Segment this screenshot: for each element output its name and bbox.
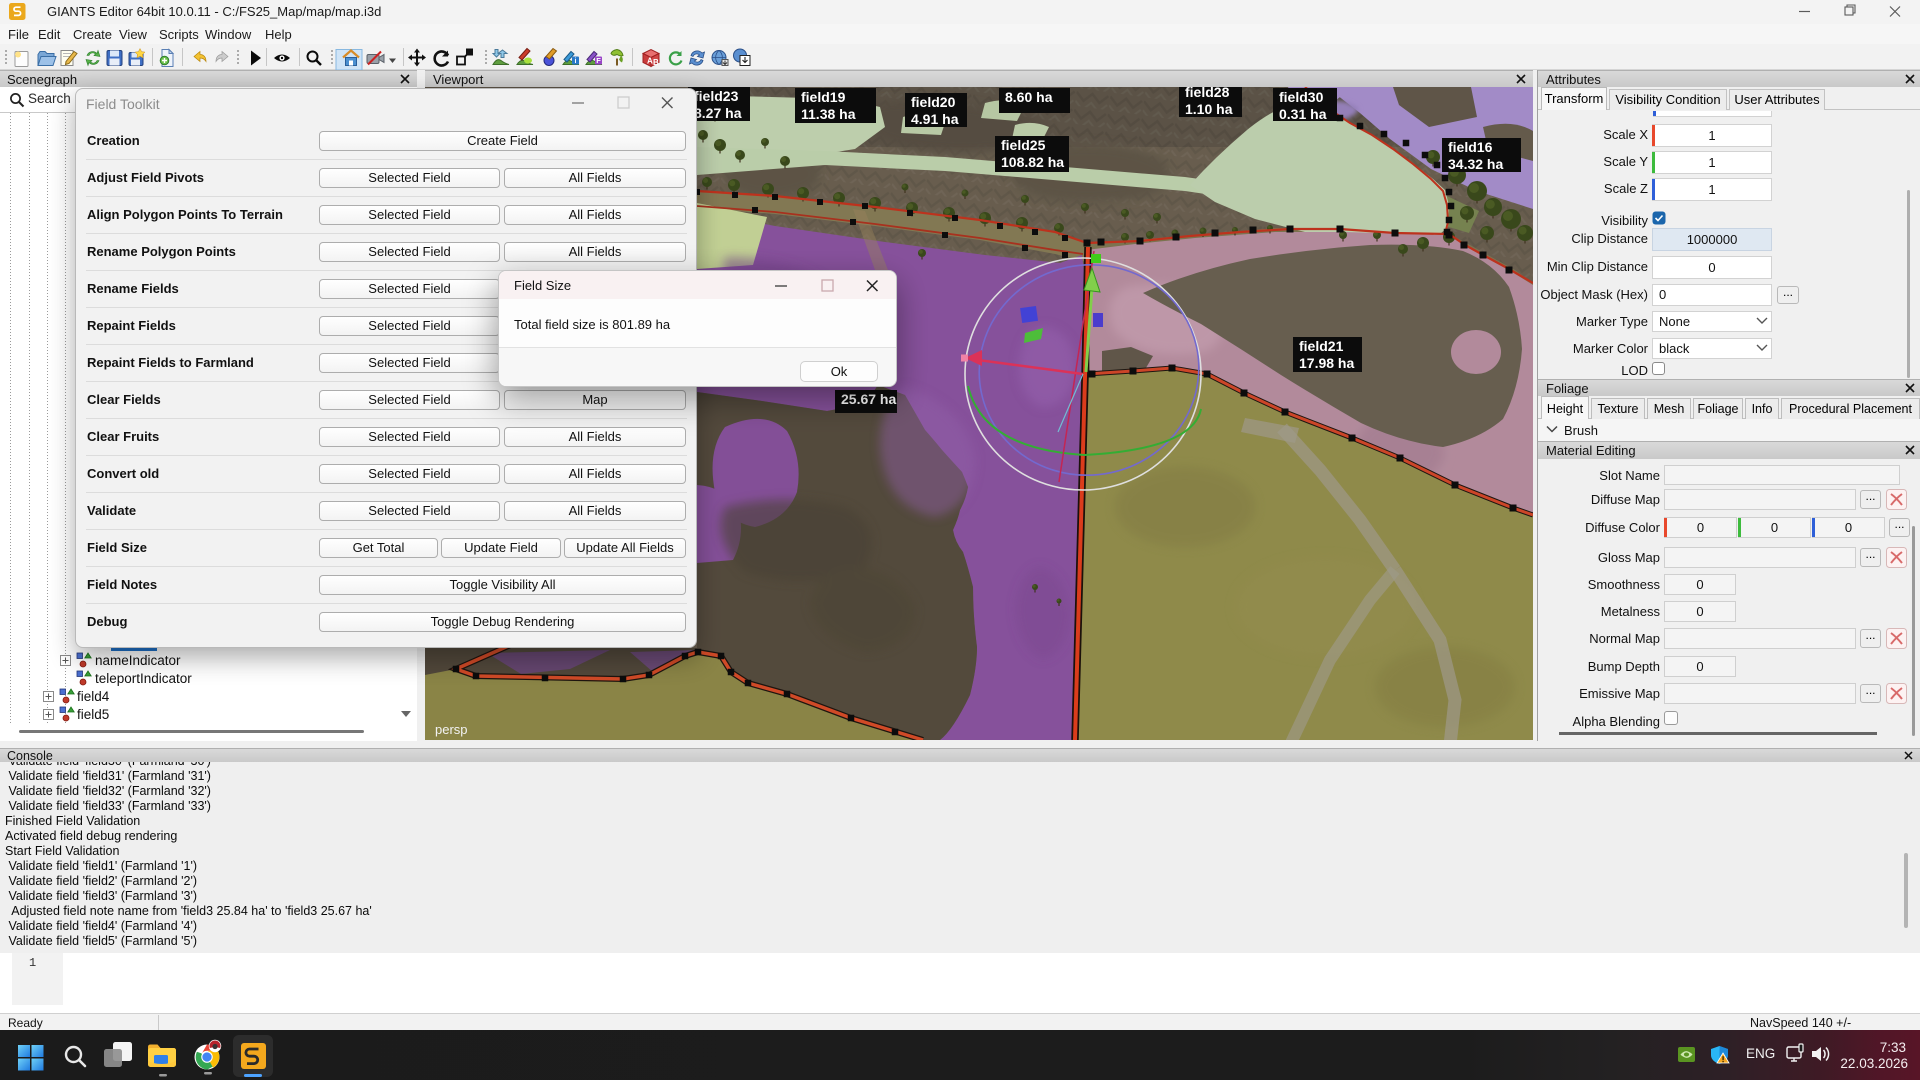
svg-text:ENG: ENG (1746, 1046, 1775, 1061)
svg-text:i: i (575, 58, 577, 65)
svg-text:B: B (653, 58, 659, 67)
svg-text:7:33: 7:33 (1880, 1040, 1906, 1055)
svg-text:F: F (596, 56, 601, 65)
svg-text:22.03.2026: 22.03.2026 (1840, 1056, 1908, 1071)
